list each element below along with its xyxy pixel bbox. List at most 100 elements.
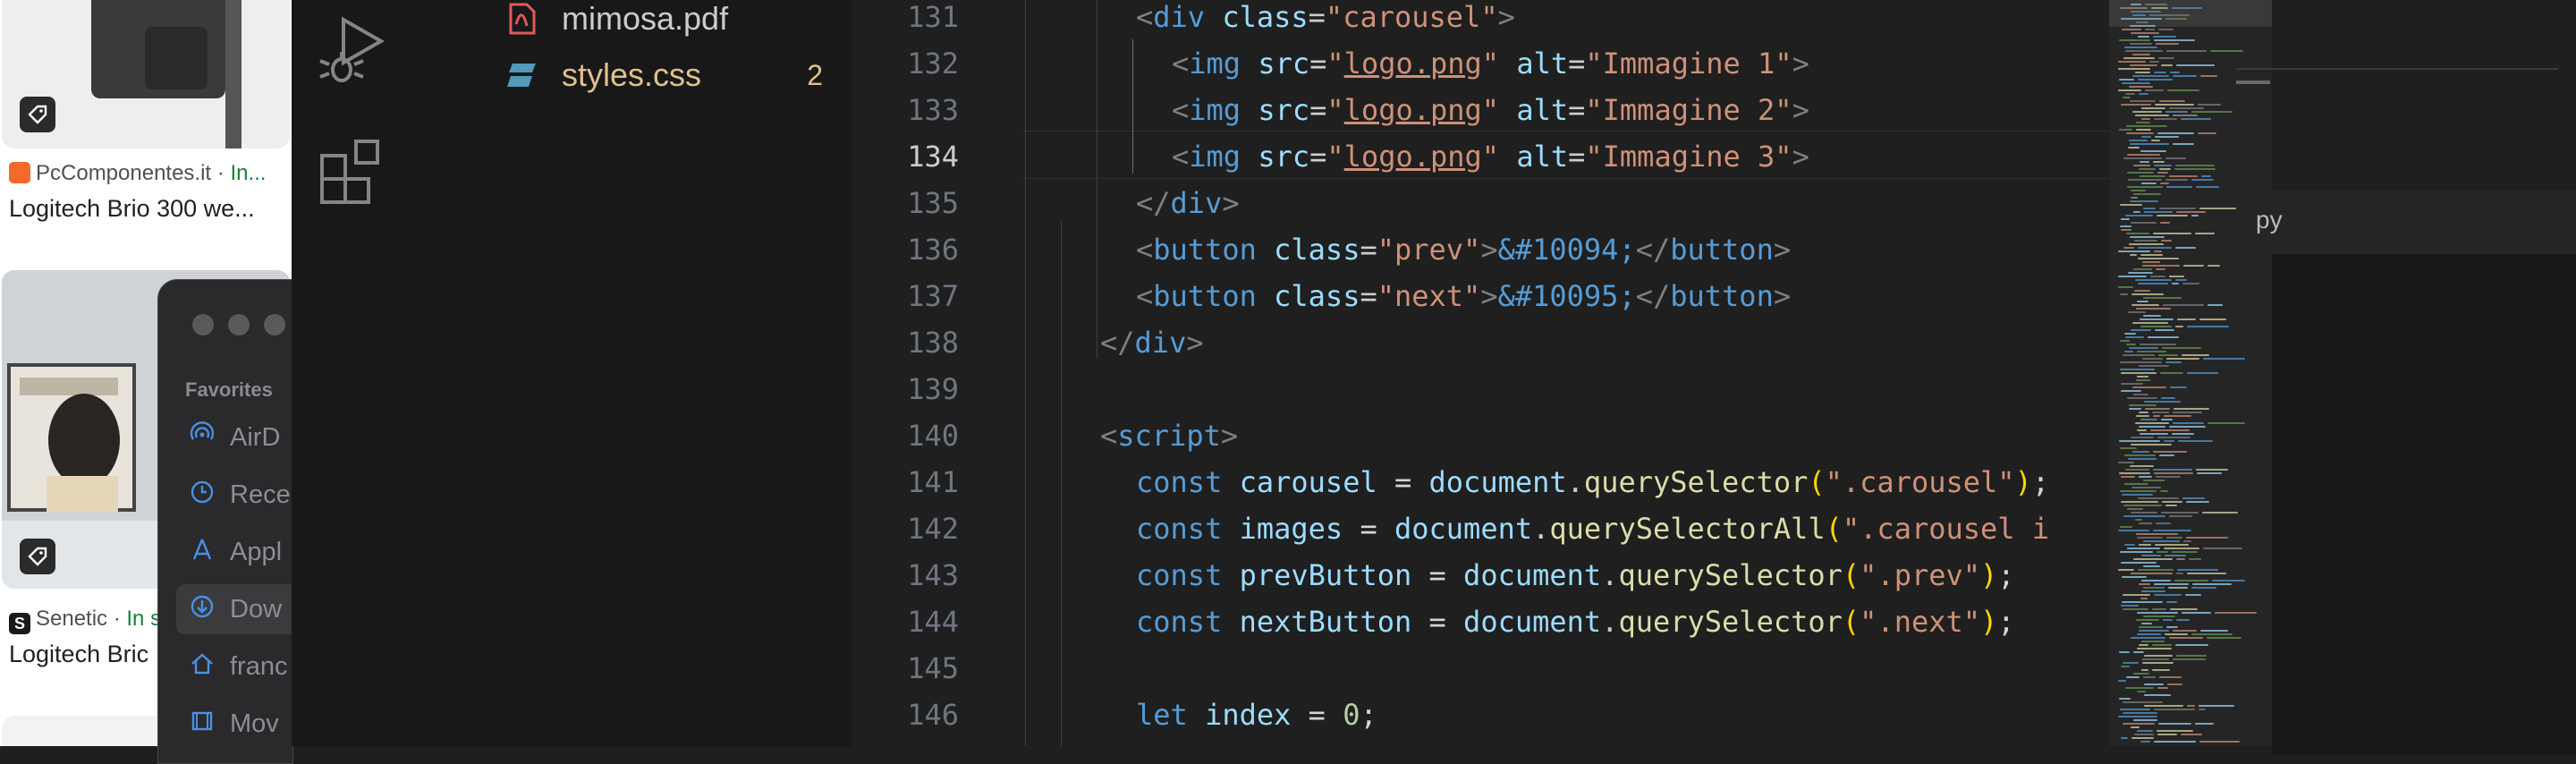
panel-body [2272, 254, 2576, 755]
equals: = [1568, 47, 1586, 81]
minimap-line [2199, 709, 2206, 710]
code-line-134: <img src="logo.png" alt="Immagine 3"> [1172, 140, 1809, 174]
minimap-line [2130, 43, 2152, 45]
string: ".carousel i [1842, 512, 2050, 546]
code-editor[interactable]: 131 132 133 134 135 136 137 138 139 140 … [852, 0, 2111, 746]
minimap-line [2131, 737, 2154, 739]
keyword: let [1136, 698, 1188, 732]
sidebar-item-movies[interactable]: Mov [176, 699, 292, 749]
result-source-1[interactable]: PcComponentes.it · In... [9, 161, 266, 186]
zoom-window-button[interactable] [264, 314, 285, 335]
minimap-line [2135, 115, 2169, 116]
minimap-line [2170, 386, 2187, 388]
minimap-line [2163, 619, 2173, 621]
attr-name: src [1258, 140, 1310, 174]
minimap-line [2120, 361, 2162, 363]
run-and-debug-icon[interactable] [317, 13, 388, 89]
minimap-line [2133, 165, 2150, 166]
minimap-line [2127, 172, 2154, 174]
sidebar-item-airdrop[interactable]: AirD [176, 412, 292, 463]
minimap-line [2131, 487, 2161, 488]
file-item-mimosa-pdf[interactable]: mimosa.pdf [504, 0, 844, 41]
minimap-line [2176, 558, 2185, 560]
minimap-line [2202, 512, 2238, 514]
minimap-line [2170, 608, 2198, 610]
minimap-line [2137, 648, 2172, 649]
sidebar-item-applications[interactable]: Appl [176, 527, 292, 577]
tag-bracket: </ [1635, 233, 1671, 267]
minimap-line [2198, 104, 2221, 106]
tag-icon [20, 97, 55, 132]
sash-handle[interactable] [2236, 81, 2270, 84]
code-line-142: const images = document.querySelectorAll… [1136, 512, 2050, 546]
minimap-line [2139, 476, 2152, 478]
sidebar-item-label: franc [230, 651, 288, 681]
minimap-line [2165, 157, 2186, 159]
sidebar-item-home[interactable]: franc [176, 641, 292, 692]
panel-tab-label: py [2256, 206, 2283, 233]
minimap-line [2157, 172, 2168, 174]
close-window-button[interactable] [192, 314, 214, 335]
minimap-line [2162, 347, 2201, 349]
file-link[interactable]: logo.png [1344, 47, 1482, 81]
file-link[interactable]: logo.png [1344, 140, 1482, 174]
sidebar-item-recents[interactable]: Rece [176, 470, 292, 520]
product-image-webcam[interactable] [2, 0, 290, 149]
minimap-line [2135, 279, 2172, 281]
minimap-line [2187, 705, 2195, 707]
extensions-icon[interactable] [317, 136, 388, 212]
minimize-window-button[interactable] [228, 314, 250, 335]
minimap-line [2131, 637, 2165, 639]
minimap-line [2118, 569, 2134, 571]
tag-bracket: > [1480, 279, 1498, 313]
minimap-line [2124, 544, 2135, 546]
minimap-line [2173, 658, 2206, 660]
attr-name: class [1274, 233, 1360, 267]
minimap-line [2141, 555, 2161, 556]
minimap-line [2175, 247, 2196, 249]
sidebar-item-label: AirD [230, 422, 281, 452]
result-source-2[interactable]: S Senetic · In s [9, 607, 161, 634]
senetic-favicon: S [9, 613, 30, 634]
operator: = [1308, 698, 1326, 732]
minimap-line [2166, 50, 2207, 52]
file-link[interactable]: logo.png [1344, 93, 1482, 127]
minimap-line [2161, 240, 2172, 242]
equals: = [1360, 233, 1377, 267]
panel-tab[interactable]: py [2256, 190, 2576, 255]
minimap-line [2177, 318, 2196, 320]
tag-name: img [1189, 140, 1241, 174]
minimap-line [2162, 501, 2182, 503]
attr-name: src [1258, 93, 1310, 127]
minimap-line [2159, 208, 2196, 209]
minimap-line [2176, 211, 2206, 213]
minimap-line [2182, 283, 2199, 284]
minimap-line [2118, 716, 2157, 717]
string: ".prev" [1860, 558, 1981, 592]
paren: ) [2014, 465, 2032, 499]
variable: nextButton [1239, 605, 1412, 639]
minimap-line [2138, 569, 2174, 571]
sidebar-item-downloads[interactable]: Dow [176, 584, 292, 634]
minimap-line [2119, 39, 2150, 41]
minimap-line [2166, 626, 2178, 628]
minimap[interactable] [2109, 0, 2272, 746]
minimap-line [2200, 630, 2228, 632]
minimap-line [2154, 741, 2196, 743]
minimap-line [2139, 522, 2152, 524]
minimap-line [2131, 444, 2172, 446]
minimap-line [2159, 676, 2182, 678]
minimap-line [2197, 472, 2222, 474]
result-title-2[interactable]: Logitech Bric [9, 641, 148, 668]
code-line-143: const prevButton = document.querySelecto… [1136, 558, 2015, 592]
minimap-line [2153, 161, 2165, 163]
minimap-line [2143, 208, 2156, 209]
result-title-1[interactable]: Logitech Brio 300 we... [9, 195, 255, 223]
object: document [1463, 558, 1602, 592]
minimap-slider[interactable] [2109, 0, 2272, 27]
minimap-line [2182, 612, 2211, 614]
minimap-line [2158, 723, 2191, 725]
tag-name: button [1153, 233, 1257, 267]
minimap-line [2187, 372, 2218, 374]
file-item-styles-css[interactable]: styles.css 2 [504, 53, 844, 98]
